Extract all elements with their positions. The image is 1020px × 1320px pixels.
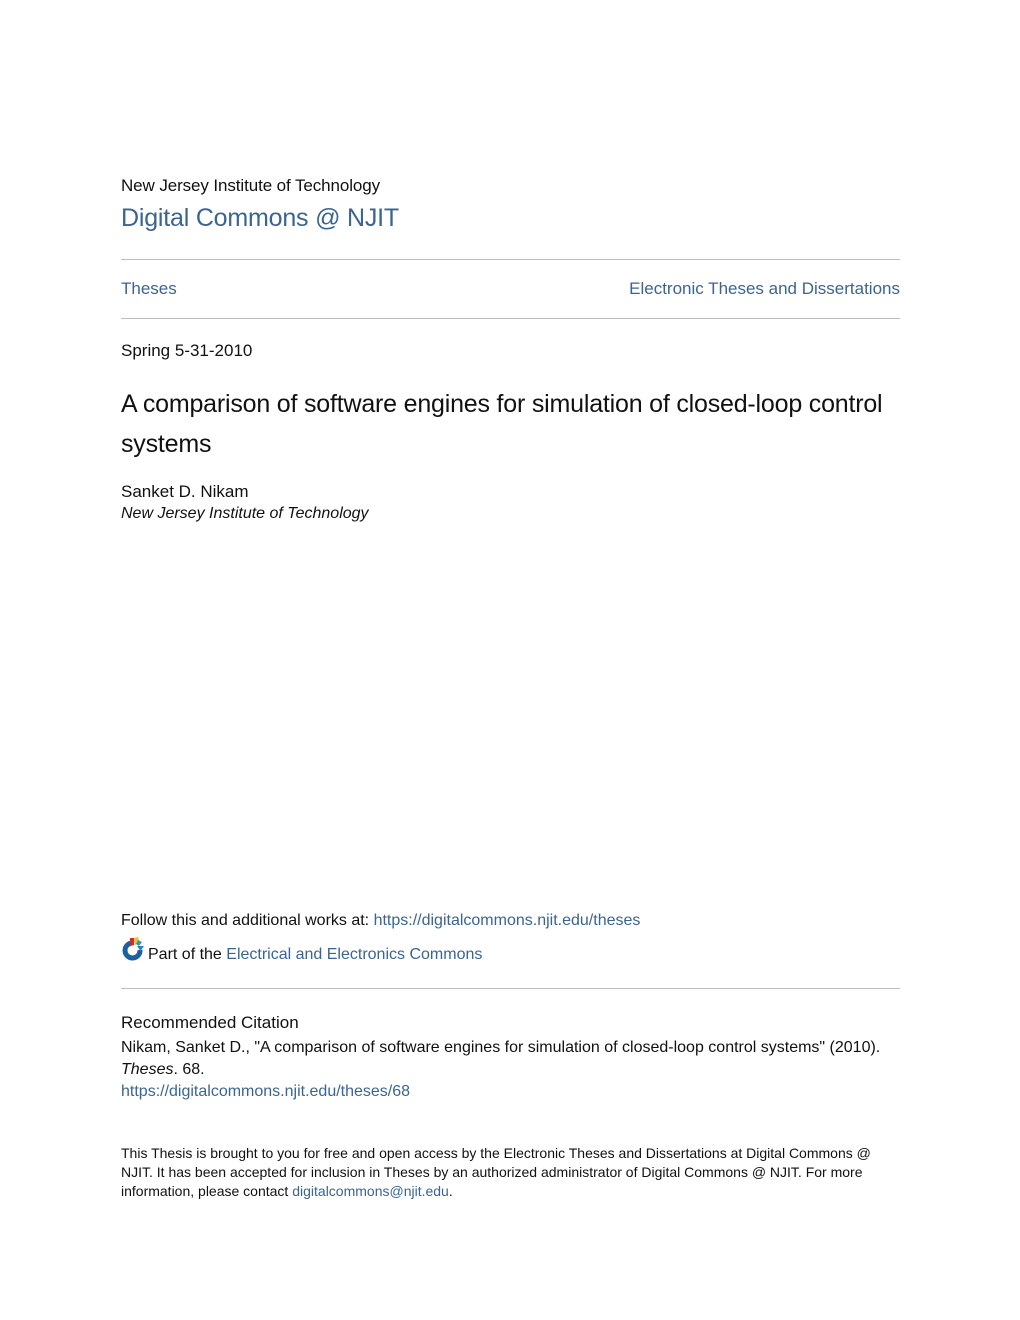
contact-email-link[interactable]: digitalcommons@njit.edu bbox=[292, 1183, 449, 1199]
citation-url-link[interactable]: https://digitalcommons.njit.edu/theses/6… bbox=[121, 1083, 410, 1100]
access-notice: This Thesis is brought to you for free a… bbox=[121, 1144, 900, 1201]
citation-number: . 68. bbox=[173, 1061, 205, 1078]
follow-label: Follow this and additional works at: bbox=[121, 912, 374, 929]
institution-name: New Jersey Institute of Technology bbox=[121, 176, 380, 195]
document-title: A comparison of software engines for sim… bbox=[121, 390, 883, 458]
access-notice-text: This Thesis is brought to you for free a… bbox=[121, 1145, 871, 1199]
repository-title-link[interactable]: Digital Commons @ NJIT bbox=[121, 204, 399, 233]
author-affiliation: New Jersey Institute of Technology bbox=[121, 505, 369, 522]
breadcrumb-etd-link[interactable]: Electronic Theses and Dissertations bbox=[629, 279, 900, 299]
part-of-label: Part of the bbox=[148, 946, 227, 963]
author-name: Sanket D. Nikam bbox=[121, 482, 249, 501]
divider-citation bbox=[121, 988, 900, 989]
breadcrumb-theses-link[interactable]: Theses bbox=[121, 279, 177, 299]
citation-heading: Recommended Citation bbox=[121, 1013, 299, 1032]
citation-series: Theses bbox=[121, 1061, 174, 1078]
citation-body: Nikam, Sanket D., "A comparison of softw… bbox=[121, 1037, 900, 1103]
follow-url-link[interactable]: https://digitalcommons.njit.edu/theses bbox=[374, 912, 641, 929]
citation-text: Nikam, Sanket D., "A comparison of softw… bbox=[121, 1039, 881, 1056]
follow-line: Follow this and additional works at: htt… bbox=[121, 912, 640, 930]
publication-date: Spring 5-31-2010 bbox=[121, 341, 253, 360]
bepress-network-icon bbox=[121, 937, 145, 961]
part-of-line: Part of the Electrical and Electronics C… bbox=[121, 937, 482, 964]
divider-top bbox=[121, 259, 900, 260]
divider-breadcrumb bbox=[121, 318, 900, 319]
discipline-link[interactable]: Electrical and Electronics Commons bbox=[226, 946, 482, 963]
access-notice-end: . bbox=[448, 1183, 453, 1199]
